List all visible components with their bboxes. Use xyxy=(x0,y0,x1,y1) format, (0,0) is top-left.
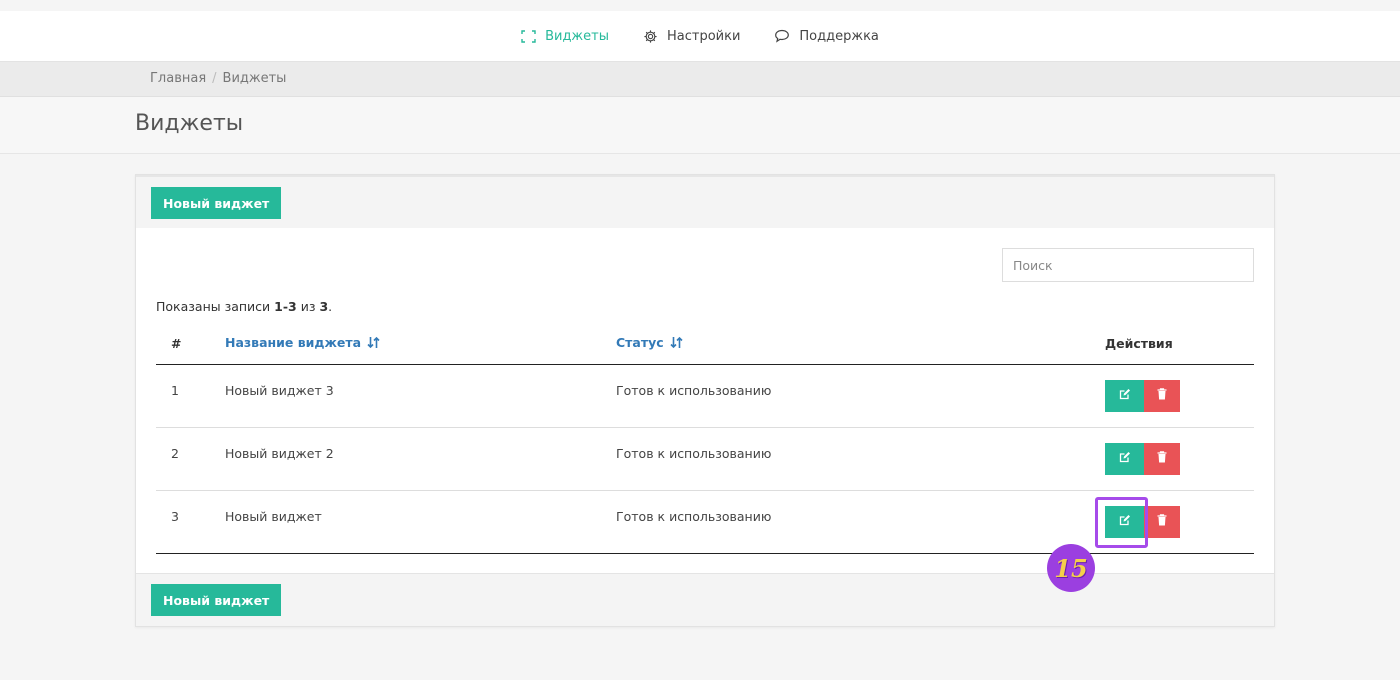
column-header-actions: Действия xyxy=(1105,323,1254,365)
step-number-badge: 15 xyxy=(1047,544,1095,592)
row-number: 3 xyxy=(156,490,225,554)
edit-button[interactable] xyxy=(1105,379,1144,412)
breadcrumb-bar: Главная / Виджеты xyxy=(0,62,1400,97)
panel-toolbar-top: Новый виджет xyxy=(136,175,1274,228)
edit-icon xyxy=(1119,388,1131,403)
row-number: 2 xyxy=(156,427,225,491)
column-header-name[interactable]: Название виджета xyxy=(225,323,616,365)
row-widget-name: Новый виджет 2 xyxy=(225,427,616,491)
comment-icon xyxy=(774,29,790,43)
edit-icon xyxy=(1119,451,1131,466)
breadcrumb-home-link[interactable]: Главная xyxy=(150,71,206,86)
nav-item-widgets[interactable]: Виджеты xyxy=(521,29,609,44)
search-input[interactable] xyxy=(1002,248,1254,282)
new-widget-button[interactable]: Новый виджет xyxy=(151,187,282,219)
page-header: Виджеты xyxy=(0,97,1400,154)
records-summary: Показаны записи 1-3 из 3. xyxy=(156,299,332,314)
summary-suffix: . xyxy=(328,299,333,314)
main-nav: Виджеты Настройки Поддержка xyxy=(0,11,1400,61)
table-header-row: # Название виджета Статус Действия xyxy=(156,323,1254,365)
table-row: 2 Новый виджет 2 Готов к использованию xyxy=(156,427,1254,491)
sort-icon xyxy=(670,336,683,352)
summary-prefix: Показаны записи xyxy=(156,299,275,314)
sort-icon xyxy=(367,336,380,352)
delete-button[interactable] xyxy=(1144,505,1180,538)
row-actions xyxy=(1105,364,1254,428)
trash-icon xyxy=(1157,451,1167,466)
panel-toolbar-bottom: Новый виджет xyxy=(136,573,1274,626)
summary-middle: из xyxy=(296,299,320,314)
top-navbar: Виджеты Настройки Поддержка xyxy=(0,0,1400,62)
gear-icon xyxy=(643,29,658,44)
widgets-table: # Название виджета Статус Действия 1 Нов… xyxy=(156,323,1254,554)
row-actions xyxy=(1105,427,1254,491)
page-title: Виджеты xyxy=(135,111,244,136)
nav-item-label: Поддержка xyxy=(799,28,879,44)
trash-icon xyxy=(1157,514,1167,529)
column-header-name-label: Название виджета xyxy=(225,335,362,350)
column-header-status-label: Статус xyxy=(616,335,664,350)
delete-button[interactable] xyxy=(1144,442,1180,475)
row-widget-name: Новый виджет 3 xyxy=(225,364,616,428)
nav-item-label: Настройки xyxy=(666,28,741,44)
step-highlight-frame xyxy=(1095,497,1148,548)
trash-icon xyxy=(1157,388,1167,403)
nav-item-settings[interactable]: Настройки xyxy=(643,29,740,44)
breadcrumb-current: Виджеты xyxy=(222,71,287,86)
column-header-status[interactable]: Статус xyxy=(616,323,1105,365)
breadcrumb: Главная / Виджеты xyxy=(150,71,286,86)
summary-total: 3 xyxy=(319,299,329,314)
table-row: 1 Новый виджет 3 Готов к использованию xyxy=(156,364,1254,428)
edit-button[interactable] xyxy=(1105,442,1144,475)
row-status: Готов к использованию xyxy=(616,364,1105,428)
nav-item-label: Виджеты xyxy=(545,28,609,44)
expand-icon xyxy=(521,29,536,43)
new-widget-button[interactable]: Новый виджет xyxy=(151,584,282,616)
delete-button[interactable] xyxy=(1144,379,1180,412)
table-row: 3 Новый виджет Готов к использованию xyxy=(156,490,1254,554)
breadcrumb-separator: / xyxy=(212,71,217,86)
row-widget-name: Новый виджет xyxy=(225,490,616,554)
row-status: Готов к использованию xyxy=(616,427,1105,491)
summary-range: 1-3 xyxy=(274,299,297,314)
column-header-num: # xyxy=(156,323,225,365)
row-status: Готов к использованию xyxy=(616,490,1105,554)
nav-item-support[interactable]: Поддержка xyxy=(774,29,879,44)
row-number: 1 xyxy=(156,364,225,428)
widgets-panel: Новый виджет Показаны записи 1-3 из 3. #… xyxy=(135,174,1275,627)
